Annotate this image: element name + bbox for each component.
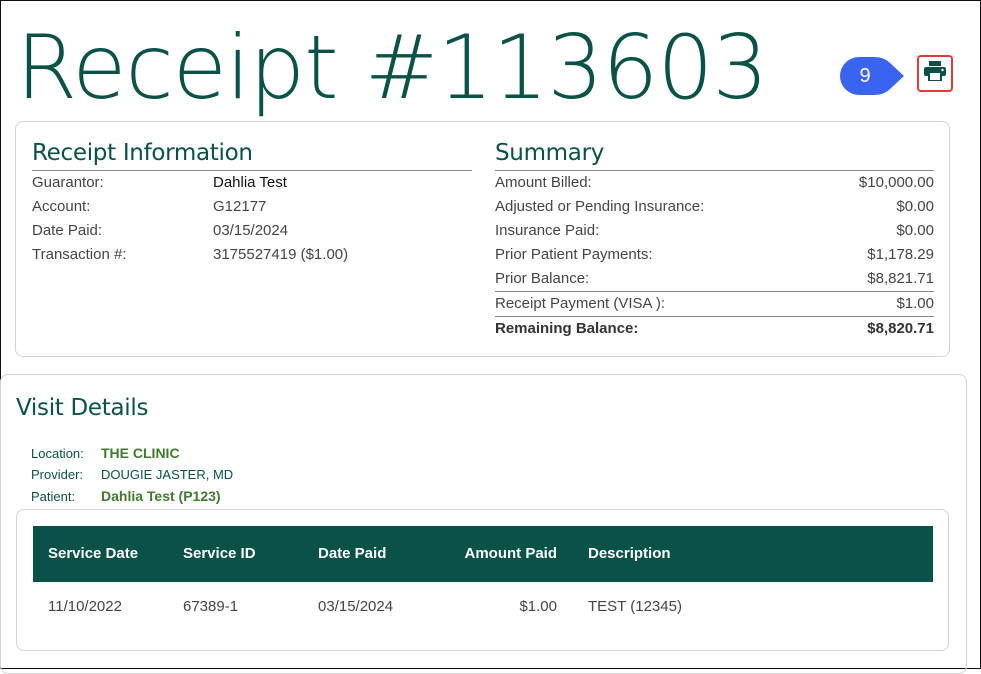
cell-description: TEST (12345): [588, 598, 682, 615]
remaining-balance-label: Remaining Balance:: [495, 320, 639, 337]
column-header-amount-paid[interactable]: Amount Paid: [465, 526, 558, 582]
table-row: 11/10/2022 67389-1 03/15/2024 $1.00 TEST…: [33, 584, 933, 630]
summary-row: Insurance Paid: $0.00: [495, 221, 934, 241]
page-title: Receipt #113603: [16, 16, 768, 119]
summary-label: Receipt Payment (VISA ):: [495, 295, 666, 312]
account-value: G12177: [213, 198, 267, 215]
date-paid-value: 03/15/2024: [213, 222, 289, 239]
summary-label: Prior Patient Payments:: [495, 246, 653, 263]
divider: [495, 316, 934, 317]
print-button[interactable]: [917, 55, 953, 92]
table-header: Service Date Service ID Date Paid Amount…: [33, 526, 933, 582]
provider-label: Provider:: [31, 467, 84, 482]
location-value: THE CLINIC: [101, 445, 180, 461]
summary-row: Amount Billed: $10,000.00: [495, 173, 934, 193]
cell-date-paid: 03/15/2024: [318, 598, 394, 615]
guarantor-label: Guarantor:: [32, 174, 104, 191]
guarantor-value: Dahlia Test: [213, 174, 287, 191]
summary-label: Prior Balance:: [495, 270, 590, 287]
divider: [495, 170, 934, 171]
account-label: Account:: [32, 198, 91, 215]
summary-label: Amount Billed:: [495, 174, 592, 191]
location-label: Location:: [31, 446, 84, 461]
column-header-service-date[interactable]: Service Date: [48, 526, 138, 582]
visit-details-heading: Visit Details: [16, 395, 149, 421]
receipt-card: Receipt Information Guarantor: Dahlia Te…: [15, 121, 950, 357]
summary-value: $0.00: [896, 222, 934, 239]
provider-value: DOUGIE JASTER, MD: [101, 467, 234, 482]
date-paid-label: Date Paid:: [32, 222, 103, 239]
remaining-balance-row: Remaining Balance: $8,820.71: [495, 319, 934, 339]
summary-value: $8,821.71: [867, 270, 934, 287]
summary-value: $0.00: [896, 198, 934, 215]
summary-row: Prior Balance: $8,821.71: [495, 269, 934, 289]
column-header-date-paid[interactable]: Date Paid: [318, 526, 386, 582]
summary-value: $1.00: [896, 295, 934, 312]
summary-row: Prior Patient Payments: $1,178.29: [495, 245, 934, 265]
cell-service-date: 11/10/2022: [48, 598, 122, 615]
transaction-label: Transaction #:: [32, 246, 127, 263]
cell-amount-paid: $1.00: [519, 598, 557, 615]
column-header-description[interactable]: Description: [588, 526, 671, 582]
divider: [32, 170, 472, 171]
patient-value: Dahlia Test (P123): [101, 488, 221, 504]
remaining-balance-value: $8,820.71: [867, 320, 934, 337]
receipt-info-heading: Receipt Information: [32, 140, 253, 166]
step-badge-number: 9: [859, 65, 871, 87]
printer-icon: [924, 61, 946, 86]
step-badge: 9: [840, 57, 904, 95]
patient-label: Patient:: [31, 489, 76, 504]
summary-value: $1,178.29: [867, 246, 934, 263]
divider: [495, 291, 934, 292]
summary-row: Adjusted or Pending Insurance: $0.00: [495, 197, 934, 217]
summary-label: Adjusted or Pending Insurance:: [495, 198, 705, 215]
column-header-service-id[interactable]: Service ID: [183, 526, 256, 582]
summary-value: $10,000.00: [858, 174, 934, 191]
transaction-value: 3175527419 ($1.00): [213, 246, 349, 263]
cell-service-id: 67389-1: [183, 598, 239, 615]
summary-label: Insurance Paid:: [495, 222, 600, 239]
summary-heading: Summary: [495, 140, 605, 166]
summary-row: Receipt Payment (VISA ): $1.00: [495, 294, 934, 314]
